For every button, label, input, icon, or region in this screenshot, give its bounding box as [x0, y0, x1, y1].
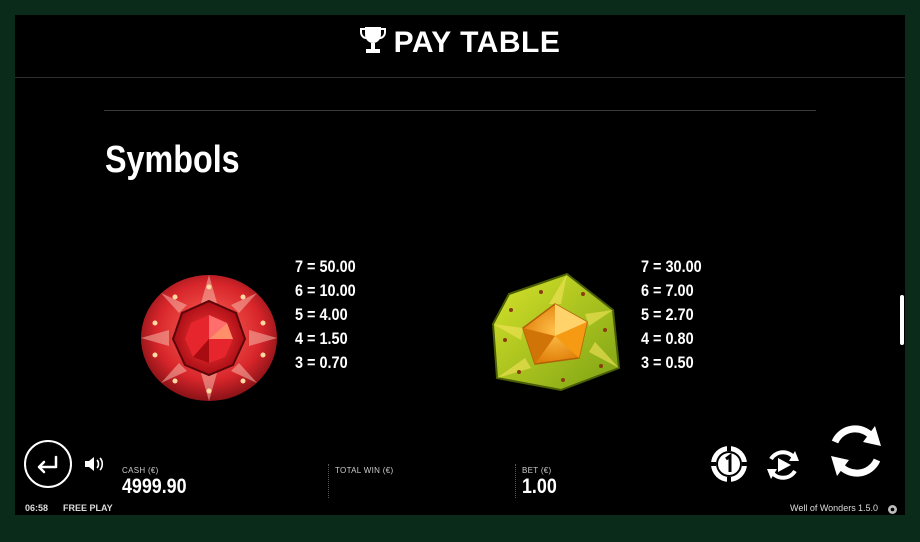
pay-row: 7 = 30.00 — [641, 257, 702, 276]
bet-chip-button[interactable] — [709, 444, 749, 489]
bet-value: 1.00 — [522, 475, 557, 498]
section-title: Symbols — [105, 139, 240, 181]
settings-button[interactable] — [887, 502, 898, 520]
pay-row: 3 = 0.70 — [295, 353, 348, 372]
orange-gem-paytable: 7 = 30.00 6 = 7.00 5 = 2.70 4 = 0.80 3 =… — [641, 255, 702, 375]
cash-value: 4999.90 — [122, 475, 187, 498]
title-text: PAY TABLE — [393, 25, 561, 59]
version-text: 1.5.0 — [858, 503, 879, 513]
cash-display: CASH (€) 4999.90 — [122, 466, 198, 499]
pay-row: 3 = 0.50 — [641, 353, 694, 372]
speaker-icon — [85, 457, 104, 471]
autoplay-button[interactable] — [763, 445, 803, 490]
chip-icon — [711, 446, 747, 482]
pay-row: 5 = 4.00 — [295, 305, 348, 324]
mode-text: FREE PLAY — [63, 503, 113, 513]
game-window: PAY TABLE Symbols 7 = 50.00 6 = 10.00 5 … — [15, 15, 905, 515]
red-gem-paytable: 7 = 50.00 6 = 10.00 5 = 4.00 4 = 1.50 3 … — [295, 255, 356, 375]
game-name-text: Well of Wonders — [790, 503, 856, 513]
pay-row: 6 = 10.00 — [295, 281, 356, 300]
total-win-display: TOTAL WIN (€) — [335, 466, 393, 475]
header-bar: PAY TABLE — [15, 15, 905, 78]
sound-button[interactable] — [83, 455, 105, 478]
clock-text: 06:58 — [25, 503, 49, 513]
pay-row: 5 = 2.70 — [641, 305, 694, 324]
orange-gem-symbol — [489, 270, 623, 399]
pay-row: 6 = 7.00 — [641, 281, 694, 300]
scrollbar-thumb[interactable] — [900, 295, 904, 345]
pay-row: 7 = 50.00 — [295, 257, 356, 276]
pay-row: 4 = 0.80 — [641, 329, 694, 348]
trophy-icon — [359, 25, 386, 63]
back-arrow-icon — [37, 455, 58, 474]
pay-row: 4 = 1.50 — [295, 329, 348, 348]
back-button[interactable] — [23, 439, 73, 494]
cash-label: CASH (€) — [122, 466, 159, 475]
page-title: PAY TABLE — [15, 25, 905, 63]
spin-button[interactable] — [825, 420, 887, 487]
hud-divider — [515, 464, 516, 498]
bet-display: BET (€) 1.00 — [522, 466, 563, 499]
gear-icon — [888, 505, 897, 514]
autoplay-icon — [767, 450, 799, 480]
red-gem-symbol — [139, 273, 279, 408]
hud-divider — [328, 464, 329, 498]
spin-icon — [831, 425, 881, 477]
divider-line — [104, 110, 816, 111]
bet-label: BET (€) — [522, 466, 552, 475]
total-win-label: TOTAL WIN (€) — [335, 466, 394, 475]
